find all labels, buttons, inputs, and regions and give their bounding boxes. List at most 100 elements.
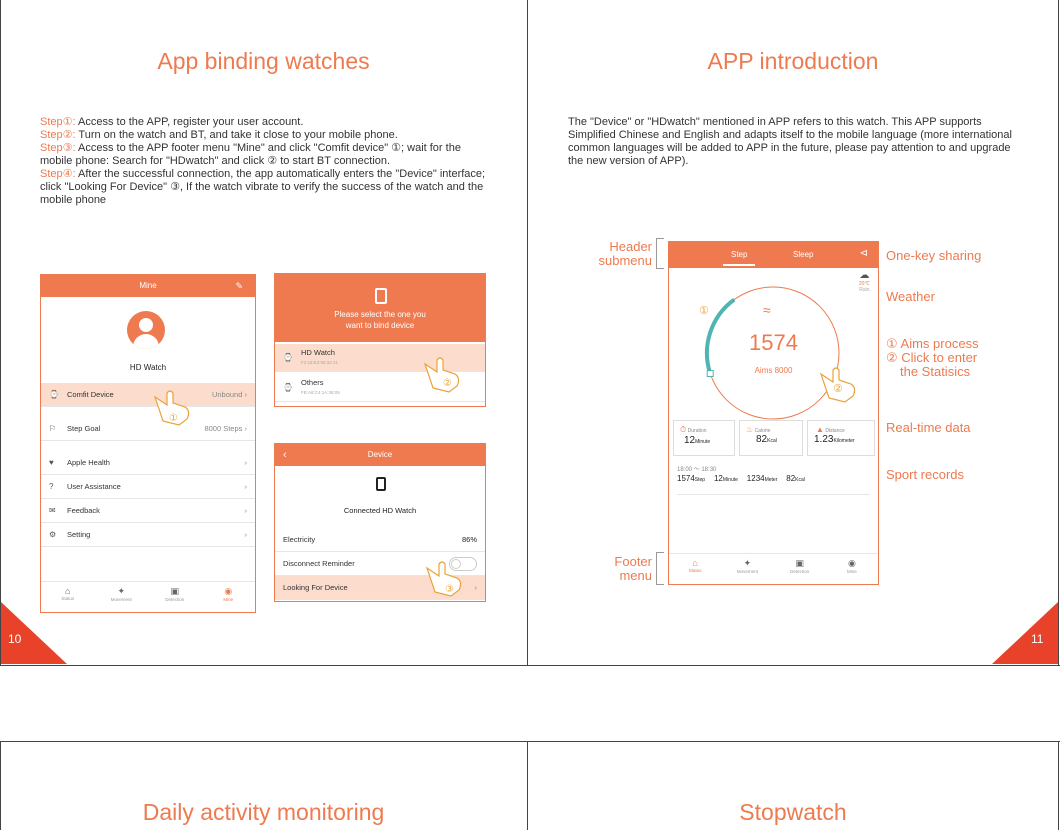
bind-header: Please select the one you want to bind d… <box>275 274 485 342</box>
callout-aims: ① Aims process ② Click to enter the Stat… <box>886 336 979 379</box>
marker-1: ① <box>699 305 709 317</box>
page-number-right: 11 <box>1031 632 1044 646</box>
battery-level: 86% <box>461 535 477 544</box>
page-title-stopwatch: Stopwatch <box>739 799 847 825</box>
runner-icon: ✦ <box>117 586 126 596</box>
bind-device-screen: Please select the one you want to bind d… <box>274 273 486 407</box>
timer-icon: ⏱ <box>680 425 687 434</box>
device-header: ‹ Device <box>275 444 485 466</box>
connection-status: Connected HD Watch <box>343 506 417 515</box>
distance-icon: ▲ <box>816 425 824 434</box>
page-title: App binding watches <box>157 48 370 74</box>
unbound-status: Unbound <box>211 390 243 399</box>
page-right-border <box>1058 0 1059 666</box>
pointer-hand-icon <box>423 357 460 393</box>
watch-icon: ⌚ <box>283 353 293 362</box>
step-goal-value: 8000 Steps <box>204 424 243 433</box>
row-electricity: Electricity 86% <box>275 528 485 552</box>
callout-sport-records: Sport records <box>886 467 965 482</box>
step-3: Step③: Access to the APP footer menu "Mi… <box>40 142 461 167</box>
watch-icon: ⌚ <box>49 390 59 399</box>
status-header: Step Sleep ⊲ <box>669 242 878 268</box>
marker-2: ② <box>833 383 843 395</box>
avatar[interactable] <box>127 311 165 349</box>
page-title-daily-activity: Daily activity monitoring <box>142 799 385 825</box>
user-name: HD Watch <box>129 363 167 372</box>
flame-icon: ♨ <box>746 425 754 434</box>
weather-widget[interactable]: ☁ 20℃ Rain <box>859 270 870 293</box>
row-setting[interactable]: ⚙ Setting › <box>41 523 255 547</box>
runner-icon: ✦ <box>743 558 752 568</box>
tab-detection[interactable]: ▣ Detection <box>774 554 826 584</box>
tab-step[interactable]: Step <box>731 250 747 259</box>
row-step-goal[interactable]: ⚐ Step Goal 8000 Steps › <box>41 417 255 441</box>
bracket-footer <box>656 552 664 553</box>
shoe-icon: ≈ <box>763 302 771 318</box>
back-icon[interactable]: ‹ <box>283 444 287 466</box>
bottom-page-top-border <box>0 741 1060 742</box>
callout-weather: Weather <box>886 289 935 304</box>
status-footer-tabs: ⌂ Status ✦ Movement ▣ Detection ◉ Mine <box>669 553 878 584</box>
tab-mine[interactable]: ◉ Mine <box>826 554 878 584</box>
watch-icon <box>375 288 387 304</box>
row-apple-health[interactable]: ♥ Apple Health › <box>41 451 255 475</box>
bottom-page-right-border <box>1058 741 1059 830</box>
bracket-header-v <box>656 238 657 268</box>
gear-icon: ⚙ <box>49 530 57 539</box>
user-icon: ◉ <box>847 558 856 568</box>
page-corner-right <box>992 602 1058 664</box>
tab-mine[interactable]: ◉ Mine <box>202 582 256 612</box>
step-marker-3: ③ <box>445 584 454 595</box>
card-duration[interactable]: ⏱ Duration 12Minute <box>673 420 735 456</box>
help-icon: ? <box>49 482 54 491</box>
detection-icon: ▣ <box>170 586 179 596</box>
step-count: 1574 <box>749 330 798 355</box>
tab-movement[interactable]: ✦ Movement <box>95 582 149 612</box>
row-user-assistance[interactable]: ? User Assistance › <box>41 475 255 499</box>
device-header-title: Device <box>367 450 393 459</box>
heart-icon: ♥ <box>49 458 54 467</box>
row-comfit-device[interactable]: ⌚ Comfit Device Unbound › <box>41 383 255 407</box>
device-screen: ‹ Device Connected HD Watch Electricity … <box>274 443 486 602</box>
page-left-border <box>0 0 1 666</box>
flag-icon: ⚐ <box>49 424 57 433</box>
card-distance[interactable]: ▲ Distance 1.23Kilometer <box>807 420 875 456</box>
steps-text: Step①: Access to the APP, register your … <box>40 116 492 207</box>
page-number-left: 10 <box>8 632 22 646</box>
callout-realtime: Real-time data <box>886 420 971 435</box>
user-icon: ◉ <box>224 586 233 596</box>
tab-step-underline <box>723 264 755 266</box>
record-time: 18:00 ～ 18:30 <box>677 467 717 473</box>
page-title: APP introduction <box>707 48 879 74</box>
step-marker-2: ② <box>443 378 452 389</box>
edit-icon[interactable]: ✎ <box>235 275 243 297</box>
callout-header-submenu: Header submenu <box>598 239 652 268</box>
mine-header: Mine ✎ <box>41 275 255 297</box>
home-icon: ⌂ <box>692 558 698 568</box>
tab-movement[interactable]: ✦ Movement <box>721 554 773 584</box>
tab-sleep[interactable]: Sleep <box>793 250 813 259</box>
bracket-header <box>656 238 664 239</box>
share-icon[interactable]: ⊲ <box>860 248 868 259</box>
watch-icon: ⌚ <box>283 383 293 392</box>
profile-area: HD Watch <box>41 297 255 379</box>
tab-detection[interactable]: ▣ Detection <box>148 582 202 612</box>
step-marker-1: ① <box>169 413 178 424</box>
tab-status[interactable]: ⌂ Status <box>669 554 721 584</box>
card-calorie[interactable]: ♨ Calorie 82Kcal <box>739 420 803 456</box>
cloud-icon: ☁ <box>859 270 870 281</box>
step-2: Step②: Turn on the watch and BT, and tak… <box>40 129 398 141</box>
watch-icon <box>376 477 386 491</box>
page-divider-top <box>527 0 528 666</box>
page-bottom-border <box>0 665 1060 666</box>
status-screen: Step Sleep ⊲ ☁ 20℃ Rain ≈ 1574 Aims 8000… <box>668 241 879 585</box>
intro-text: The "Device" or "HDwatch" mentioned in A… <box>568 116 1012 167</box>
home-icon: ⌂ <box>65 586 71 596</box>
row-feedback[interactable]: ✉ Feedback › <box>41 499 255 523</box>
feedback-icon: ✉ <box>49 506 56 515</box>
sport-record[interactable]: 18:00 ～ 18:30 1574Step 12Minute 1234Mete… <box>677 464 870 495</box>
mine-header-title: Mine <box>139 281 157 290</box>
step-1: Step①: Access to the APP, register your … <box>40 116 304 128</box>
pointer-hand-icon <box>425 561 462 597</box>
callout-sharing: One-key sharing <box>886 248 982 263</box>
